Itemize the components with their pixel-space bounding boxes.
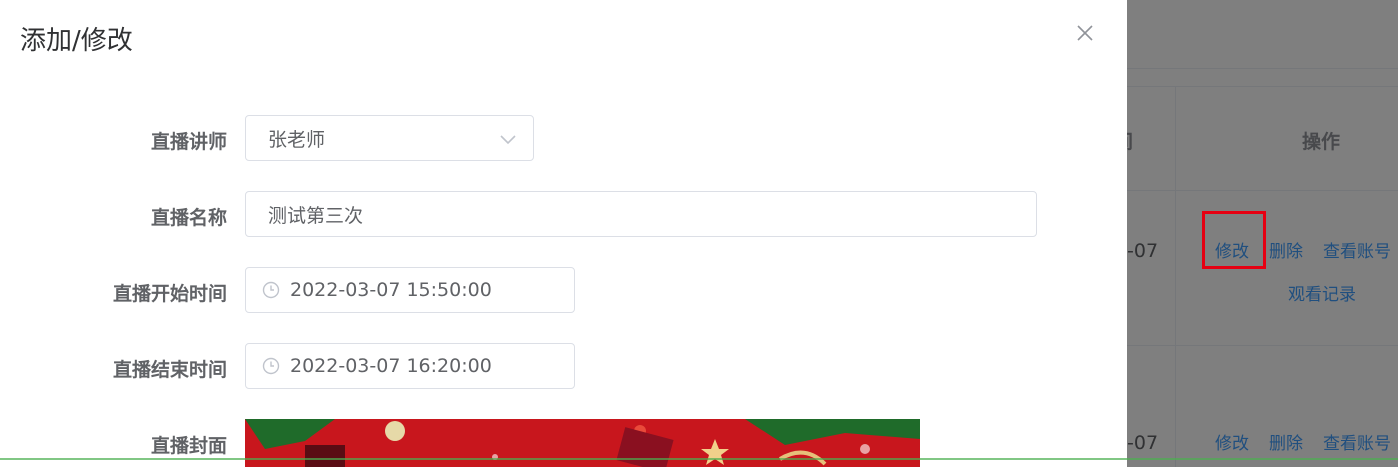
teacher-label: 直播讲师: [150, 131, 227, 153]
clock-icon: [262, 357, 280, 375]
start-time-label: 直播开始时间: [112, 283, 227, 305]
highlight-box: [1202, 211, 1266, 269]
chevron-down-icon: [500, 135, 516, 145]
end-time-picker[interactable]: 2022-03-07 16:20:00: [245, 343, 575, 389]
name-input[interactable]: 测试第三次: [245, 191, 1037, 237]
teacher-value: 张老师: [268, 128, 326, 151]
cover-label: 直播封面: [150, 435, 227, 457]
name-label: 直播名称: [150, 207, 227, 229]
end-time-label: 直播结束时间: [112, 359, 227, 381]
start-time-value: 2022-03-07 15:50:00: [290, 279, 492, 301]
bottom-divider: [0, 458, 1398, 460]
dialog-title: 添加/修改: [20, 26, 133, 56]
name-value: 测试第三次: [268, 204, 364, 227]
end-time-value: 2022-03-07 16:20:00: [290, 355, 492, 377]
edit-dialog: 添加/修改 直播讲师 张老师 直播名称 测试第三次 直播开始时间 2022-03…: [0, 0, 1127, 467]
clock-icon: [262, 281, 280, 299]
start-time-picker[interactable]: 2022-03-07 15:50:00: [245, 267, 575, 313]
close-icon[interactable]: [1074, 22, 1096, 44]
teacher-select[interactable]: 张老师: [245, 115, 534, 161]
